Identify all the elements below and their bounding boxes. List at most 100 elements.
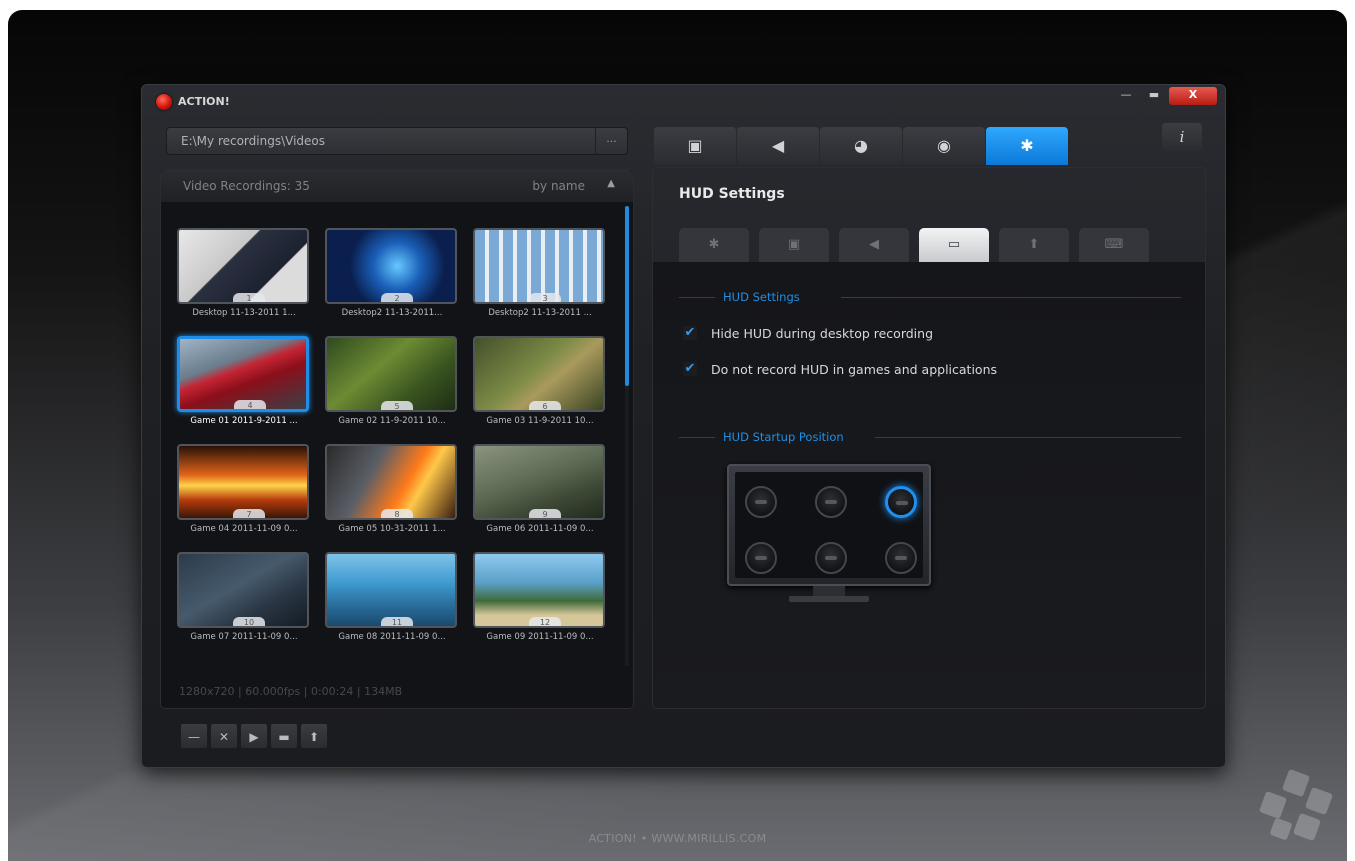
hide-hud-checkbox[interactable]: ✔ <box>683 326 697 340</box>
subtab-gear[interactable]: ✱ <box>679 228 749 262</box>
thumbnail-number: 12 <box>529 617 561 626</box>
divider <box>679 437 715 438</box>
thumbnail-number: 10 <box>233 617 265 626</box>
tab-camera[interactable]: ◉ <box>903 127 985 165</box>
browse-button[interactable]: ... <box>595 128 627 154</box>
thumbnail-number: 4 <box>234 400 266 409</box>
tab-settings[interactable]: ✱ <box>986 127 1068 165</box>
subtab-hud-monitor[interactable]: ▭ <box>919 228 989 262</box>
hud-position-bottom-right[interactable] <box>885 542 917 574</box>
recording-thumbnail[interactable]: 7 Game 04 2011-11-09 0... <box>173 444 309 542</box>
recordings-panel: Video Recordings: 35 by name ▲ 1 Desktop … <box>160 169 634 709</box>
thumbnail-caption: Game 04 2011-11-09 0... <box>190 524 298 534</box>
recording-thumbnail[interactable]: 2 Desktop2 11-13-2011... <box>321 228 457 326</box>
thumbnail-number: 7 <box>233 509 265 518</box>
hide-hud-option[interactable]: ✔ Hide HUD during desktop recording <box>683 324 933 342</box>
thumbnail-caption: Game 01 2011-9-2011 ... <box>190 416 298 426</box>
thumbnail-image: 5 <box>325 336 457 412</box>
monitor-screen <box>727 464 931 586</box>
recordings-path-value: E:\My recordings\Videos <box>181 134 325 148</box>
no-record-hud-option[interactable]: ✔ Do not record HUD in games and applica… <box>683 360 997 378</box>
subtab-upload[interactable]: ⬆ <box>999 228 1069 262</box>
action-window: ACTION! — ▬ X E:\My recordings\Videos ..… <box>141 84 1226 768</box>
gear-icon: ✱ <box>708 237 720 252</box>
hud-settings-area: HUD Settings ✔ Hide HUD during desktop r… <box>653 262 1205 708</box>
thumbnail-number: 9 <box>529 509 561 518</box>
recordings-path-field[interactable]: E:\My recordings\Videos ... <box>166 127 628 155</box>
thumbnail-image: 2 <box>325 228 457 304</box>
thumbnail-caption: Desktop2 11-13-2011... <box>341 308 443 318</box>
thumbnail-caption: Game 02 11-9-2011 10... <box>338 416 446 426</box>
recording-thumbnail[interactable]: 11 Game 08 2011-11-09 0... <box>321 552 457 650</box>
recording-thumbnail[interactable]: 8 Game 05 10-31-2011 1... <box>321 444 457 542</box>
monitor-base <box>789 596 869 602</box>
recordings-header: Video Recordings: 35 by name ▲ <box>161 170 633 202</box>
thumbnail-image: 11 <box>325 552 457 628</box>
hud-position-top-center[interactable] <box>815 486 847 518</box>
upload-icon: ⬆ <box>1028 237 1040 252</box>
hud-position-bottom-left[interactable] <box>745 542 777 574</box>
film-icon: ▣ <box>687 136 703 155</box>
thumbnail-grid: 1 Desktop 11-13-2011 1... 2 Desktop2 11-13-… <box>173 228 613 648</box>
divider <box>875 437 1181 438</box>
divider <box>841 297 1181 298</box>
recording-thumbnail[interactable]: 10 Game 07 2011-11-09 0... <box>173 552 309 650</box>
sort-arrow-icon[interactable]: ▲ <box>607 178 615 189</box>
thumbnail-image: 3 <box>473 228 605 304</box>
thumbnail-number: 3 <box>529 293 561 302</box>
thumbnail-caption: Game 05 10-31-2011 1... <box>338 524 446 534</box>
hud-position-top-left[interactable] <box>745 486 777 518</box>
maximize-button[interactable]: ▬ <box>1141 87 1167 105</box>
thumbnail-number: 1 <box>233 293 265 302</box>
thumbnail-image: 4 <box>177 336 309 412</box>
thumbnail-caption: Game 07 2011-11-09 0... <box>190 632 298 642</box>
recording-thumbnail[interactable]: 5 Game 02 11-9-2011 10... <box>321 336 457 434</box>
minimize-button[interactable]: — <box>1113 87 1139 105</box>
play-button[interactable]: ▶ <box>240 723 268 749</box>
monitor-inner <box>735 472 923 578</box>
hud-position-top-right[interactable] <box>885 486 917 518</box>
scrollbar-thumb[interactable] <box>625 206 629 386</box>
tab-film[interactable]: ▣ <box>654 127 736 165</box>
close-button[interactable]: X <box>1169 87 1217 105</box>
thumbnail-image: 12 <box>473 552 605 628</box>
info-button[interactable]: i <box>1162 123 1202 151</box>
recording-thumbnail[interactable]: 1 Desktop 11-13-2011 1... <box>173 228 309 326</box>
thumbnail-image: 8 <box>325 444 457 520</box>
recording-thumbnail[interactable]: 3 Desktop2 11-13-2011 ... <box>469 228 605 326</box>
recording-thumbnail[interactable]: 12 Game 09 2011-11-09 0... <box>469 552 605 650</box>
no-record-hud-checkbox[interactable]: ✔ <box>683 362 697 376</box>
hide-hud-label: Hide HUD during desktop recording <box>711 325 934 341</box>
folder-button[interactable]: ▬ <box>270 723 298 749</box>
hud-position-bottom-center[interactable] <box>815 542 847 574</box>
subtab-film[interactable]: ▣ <box>759 228 829 262</box>
recording-thumbnail[interactable]: 4 Game 01 2011-9-2011 ... <box>173 336 309 434</box>
thumbnail-number: 2 <box>381 293 413 302</box>
camera-icon: ◉ <box>937 136 951 155</box>
minus-button[interactable]: — <box>180 723 208 749</box>
thumbnail-caption: Desktop2 11-13-2011 ... <box>488 308 592 318</box>
recording-info: 1280x720 | 60.000fps | 0:00:24 | 134MB <box>179 685 403 698</box>
sort-dropdown[interactable]: by name <box>532 179 585 193</box>
thumbnail-image: 6 <box>473 336 605 412</box>
hud-position-section-label: HUD Startup Position <box>723 430 844 444</box>
upload-button[interactable]: ⬆ <box>300 723 328 749</box>
hud-monitor-icon: ▭ <box>947 237 961 252</box>
recording-thumbnail[interactable]: 9 Game 06 2011-11-09 0... <box>469 444 605 542</box>
delete-button[interactable]: ✕ <box>210 723 238 749</box>
tab-stopwatch[interactable]: ◕ <box>820 127 902 165</box>
thumbnail-number: 11 <box>381 617 413 626</box>
thumbnail-caption: Game 09 2011-11-09 0... <box>486 632 594 642</box>
hud-settings-section-label: HUD Settings <box>723 290 800 304</box>
hud-settings-section: HUD Settings <box>679 290 1181 304</box>
recording-thumbnail[interactable]: 6 Game 03 11-9-2011 10... <box>469 336 605 434</box>
tab-speaker[interactable]: ◀ <box>737 127 819 165</box>
no-record-hud-label: Do not record HUD in games and applicati… <box>711 361 998 377</box>
subtab-keyboard[interactable]: ⌨ <box>1079 228 1149 262</box>
divider <box>679 297 715 298</box>
speaker-icon: ◀ <box>869 237 879 252</box>
title-bar: ACTION! — ▬ X <box>142 85 1225 117</box>
thumbnail-number: 6 <box>529 401 561 410</box>
thumbnail-image: 1 <box>177 228 309 304</box>
subtab-speaker[interactable]: ◀ <box>839 228 909 262</box>
